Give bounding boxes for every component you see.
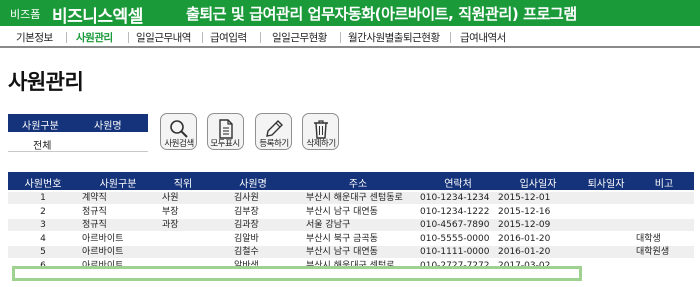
table-cell: 2016-01-20 <box>498 233 551 244</box>
table-cell: 부산시 북구 금곡동 <box>306 233 378 244</box>
table-cell: 김사원 <box>234 193 259 203</box>
delete-label: 삭제하기 <box>306 139 336 149</box>
table-cell: 010-4567-7890 <box>420 220 490 231</box>
table-cell: 과장 <box>162 220 179 231</box>
table-header: 사원번호 사원구분 직위 사원명 주소 연락처 입사일자 퇴사일자 비고 <box>8 172 694 190</box>
table-cell: 부산시 해운대구 센텀로 <box>306 261 395 271</box>
table-cell: 010-1111-0000 <box>420 247 490 258</box>
table-cell: 6 <box>40 261 46 271</box>
menu-separator <box>340 32 341 43</box>
table-cell: 김과장 <box>234 220 259 231</box>
table-cell: 2017-03-02 <box>498 261 551 271</box>
table-row[interactable]: 3 정규직 과장 김과장 서울 강남구 010-4567-7890 2015-12-09 <box>8 219 694 232</box>
table-cell: 2015-12-01 <box>498 193 551 203</box>
table-cell: 010-5555-0000 <box>420 233 490 244</box>
column-header: 입사일자 <box>519 179 557 190</box>
table-row[interactable]: 6 아르바이트 알바생 부산시 해운대구 센텀로 010-2727-7272 2017-0… <box>8 260 694 272</box>
column-header: 퇴사일자 <box>587 179 625 190</box>
trash-icon <box>314 120 328 139</box>
table-cell: 아르바이트 <box>82 261 124 271</box>
show-all-label: 모두표시 <box>210 139 240 149</box>
table-cell: 정규직 <box>82 220 107 231</box>
filter-label-type: 사원구분 <box>22 121 59 132</box>
table-cell: 정규직 <box>82 206 107 217</box>
table-cell: 사원 <box>162 193 179 203</box>
table-cell: 계약직 <box>82 193 107 203</box>
menu-separator <box>260 32 261 43</box>
menu-separator <box>202 32 203 43</box>
table-cell: 부산시 남구 대연동 <box>306 206 378 217</box>
main-menu: 기본정보 사원관리 일일근무내역 급여입력 일일근무현황 월간사원별출퇴근현황 … <box>0 26 700 48</box>
pencil-icon <box>266 120 283 137</box>
table-cell: 대학원생 <box>636 247 670 258</box>
table-cell: 1 <box>40 193 46 203</box>
table-cell: 3 <box>40 220 46 231</box>
table-cell: 김부장 <box>234 206 259 217</box>
filter-header: 사원구분 사원명 <box>8 114 148 132</box>
table-cell: 부산시 남구 대연동 <box>306 247 378 258</box>
filter-label-name: 사원명 <box>94 121 122 132</box>
page-title: 사원관리 <box>8 70 84 94</box>
column-header: 직위 <box>173 179 193 190</box>
menu-item-salary-statement[interactable]: 급여내역서 <box>460 30 506 45</box>
table-cell: 김철수 <box>234 247 259 258</box>
column-header: 사원명 <box>239 179 267 190</box>
table-row[interactable]: 4 아르바이트 김알바 부산시 북구 금곡동 010-5555-0000 2016-01-… <box>8 233 694 245</box>
table-cell: 아르바이트 <box>82 247 124 258</box>
column-header: 사원구분 <box>99 179 137 190</box>
menu-separator <box>450 32 451 43</box>
menu-separator <box>66 32 67 43</box>
app-title: 출퇴근 및 급여관리 업무자동화(아르바이트, 직원관리) 프로그램 <box>186 5 577 23</box>
filter-type-value: 전체 <box>33 141 52 152</box>
table-cell: 2015-12-09 <box>498 220 551 231</box>
table-cell: 부장 <box>162 206 179 217</box>
table-cell: 알바생 <box>234 261 259 271</box>
brand-small: 비즈폼 <box>10 8 41 21</box>
column-header: 사원번호 <box>24 179 62 190</box>
document-icon <box>219 119 233 139</box>
table-row[interactable]: 1 계약직 사원 김사원 부산시 해운대구 센텀동로 010-1234-1234 2015-… <box>8 192 694 204</box>
table-cell: 2016-01-20 <box>498 247 551 258</box>
table-row[interactable]: 5 아르바이트 김철수 부산시 남구 대연동 010-1111-0000 2016-01-… <box>8 246 694 259</box>
title-bar: 비즈폼 비즈니스엑셀 출퇴근 및 급여관리 업무자동화(아르바이트, 직원관리)… <box>0 0 700 27</box>
table-cell: 010-2727-7272 <box>420 261 490 271</box>
table-cell: 아르바이트 <box>82 233 124 244</box>
menu-item-employee[interactable]: 사원관리 <box>76 30 113 45</box>
search-employee-label: 사원검색 <box>164 139 194 149</box>
column-header: 주소 <box>348 179 368 190</box>
brand-name: 비즈니스엑셀 <box>52 7 143 27</box>
search-icon <box>170 120 188 138</box>
menu-item-daily-status[interactable]: 일일근무현황 <box>272 30 327 45</box>
table-cell: 010-1234-1234 <box>420 193 490 203</box>
table-cell: 서울 강남구 <box>306 220 351 231</box>
menu-item-basic-info[interactable]: 기본정보 <box>16 30 53 45</box>
table-cell: 2 <box>40 206 46 217</box>
table-cell: 2015-12-16 <box>498 206 551 217</box>
menu-item-monthly-attendance[interactable]: 월간사원별출퇴근현황 <box>348 30 440 45</box>
menu-item-daily-work[interactable]: 일일근무내역 <box>136 30 191 45</box>
table-cell: 부산시 해운대구 센텀동로 <box>306 193 403 203</box>
table-cell: 5 <box>40 247 46 258</box>
menu-separator <box>128 32 129 43</box>
filter-type-select[interactable]: 전체 <box>8 132 148 152</box>
column-header: 연락처 <box>444 179 472 190</box>
register-label: 등록하기 <box>259 139 289 149</box>
column-header: 비고 <box>654 179 674 190</box>
menu-item-salary-input[interactable]: 급여입력 <box>210 30 247 45</box>
table-cell: 대학생 <box>636 233 661 244</box>
table-cell: 010-1234-1222 <box>420 206 490 217</box>
table-cell: 김알바 <box>234 233 259 244</box>
table-row[interactable]: 2 정규직 부장 김부장 부산시 남구 대연동 010-1234-1222 2015-12-… <box>8 206 694 218</box>
table-cell: 4 <box>40 233 46 244</box>
